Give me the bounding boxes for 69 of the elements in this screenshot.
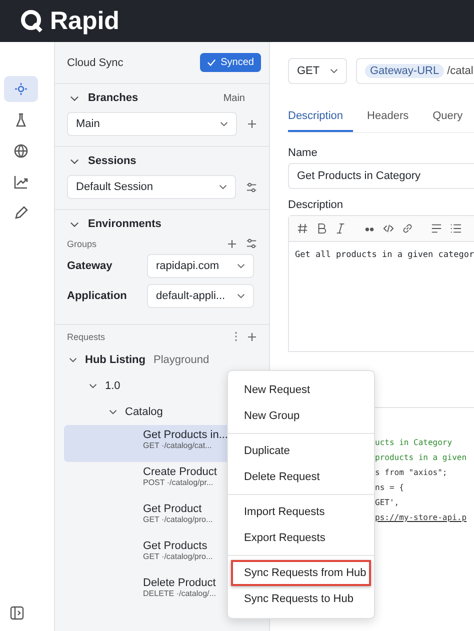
requests-label: Requests bbox=[67, 332, 106, 342]
url-field[interactable]: Gateway-URL /catal bbox=[356, 58, 474, 84]
menu-item[interactable]: Sync Requests to Hub bbox=[231, 586, 371, 612]
align-icon[interactable] bbox=[431, 223, 442, 234]
project-name[interactable]: Hub Listing bbox=[85, 354, 146, 366]
sliders-icon[interactable] bbox=[246, 238, 257, 249]
code-line: GET', bbox=[375, 498, 400, 507]
section-title: Branches bbox=[88, 92, 140, 104]
description-text: Get all products in a given categor bbox=[294, 249, 474, 262]
network-icon[interactable] bbox=[4, 76, 38, 102]
chevron-down-icon[interactable] bbox=[70, 94, 79, 102]
environment-label: Application bbox=[67, 290, 128, 302]
method-select[interactable]: GET bbox=[288, 58, 347, 84]
project-tag: Playground bbox=[154, 354, 210, 366]
chevron-down-icon[interactable] bbox=[89, 382, 97, 390]
environment-select[interactable]: rapidapi.com bbox=[147, 254, 254, 278]
link-icon[interactable] bbox=[402, 223, 413, 234]
panel-toggle-icon[interactable] bbox=[9, 605, 25, 621]
description-editor[interactable]: Get all products in a given categor bbox=[288, 215, 474, 352]
section-title: Environments bbox=[88, 218, 162, 230]
chevron-down-icon[interactable] bbox=[70, 156, 79, 166]
code-line: s from "axios"; bbox=[375, 468, 448, 477]
code-line: ucts in Category bbox=[375, 438, 454, 447]
code-icon[interactable] bbox=[383, 223, 394, 234]
chevron-down-icon bbox=[330, 67, 338, 75]
more-icon[interactable] bbox=[234, 331, 238, 342]
check-icon bbox=[206, 58, 216, 67]
italic-icon[interactable] bbox=[335, 223, 346, 234]
environment-label: Gateway bbox=[67, 260, 114, 272]
description-label: Description bbox=[288, 199, 344, 211]
name-label: Name bbox=[288, 147, 318, 159]
plus-icon[interactable] bbox=[247, 119, 257, 129]
tab[interactable]: Query bbox=[432, 106, 473, 132]
session-select[interactable]: Default Session bbox=[67, 175, 236, 199]
chevron-down-icon bbox=[237, 262, 245, 270]
chevron-down-icon bbox=[237, 292, 245, 300]
code-line: ns = { bbox=[375, 483, 405, 492]
name-field[interactable]: Get Products in Category bbox=[288, 163, 474, 189]
cloud-sync-title: Cloud Sync bbox=[67, 56, 124, 68]
menu-item[interactable]: Export Requests bbox=[231, 525, 371, 551]
groups-label: Groups bbox=[67, 238, 98, 248]
version-node[interactable]: 1.0 bbox=[105, 380, 120, 392]
current-branch: Main bbox=[223, 92, 245, 104]
list-icon[interactable] bbox=[450, 223, 461, 234]
chevron-down-icon[interactable] bbox=[109, 408, 117, 416]
plus-icon[interactable] bbox=[247, 332, 257, 342]
sliders-icon[interactable] bbox=[246, 182, 257, 192]
group-node[interactable]: Catalog bbox=[125, 406, 163, 418]
code-line: ps://my-store-api.p bbox=[375, 513, 468, 522]
chevron-down-icon bbox=[219, 183, 227, 191]
branch-select[interactable]: Main bbox=[67, 112, 237, 136]
chevron-down-icon[interactable] bbox=[70, 220, 79, 228]
logo-icon bbox=[20, 9, 44, 33]
plus-icon[interactable] bbox=[227, 238, 237, 248]
menu-item[interactable]: Sync Requests from Hub bbox=[231, 560, 371, 586]
chevron-down-icon[interactable] bbox=[69, 356, 77, 364]
chevron-down-icon bbox=[220, 120, 228, 128]
heading-icon[interactable] bbox=[297, 223, 308, 234]
menu-item[interactable]: Delete Request bbox=[231, 464, 371, 490]
synced-button[interactable]: Synced bbox=[200, 53, 261, 72]
section-title: Sessions bbox=[88, 155, 138, 167]
menu-item[interactable]: Import Requests bbox=[231, 499, 371, 525]
logo-text: Rapid bbox=[50, 6, 120, 36]
menu-item[interactable]: New Request bbox=[231, 377, 371, 403]
bold-icon[interactable] bbox=[316, 223, 327, 234]
environment-select[interactable]: default-appli... bbox=[147, 284, 254, 308]
code-line: products in a given bbox=[375, 453, 468, 462]
tab[interactable]: Headers bbox=[367, 106, 419, 132]
tab[interactable]: Description bbox=[288, 106, 354, 132]
